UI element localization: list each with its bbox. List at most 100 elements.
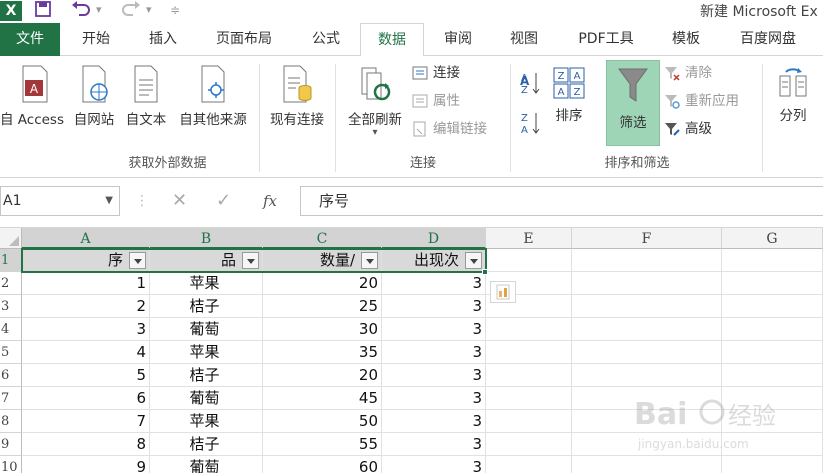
row-header-6[interactable]: 6 — [0, 364, 22, 387]
row-header-4[interactable]: 4 — [0, 318, 22, 341]
formula-input[interactable]: 序号 — [300, 186, 823, 216]
empty-cell[interactable] — [572, 272, 722, 295]
filter-dropdown-icon[interactable] — [129, 252, 146, 269]
worksheet-grid[interactable]: A B C D E F G 1 2 3 4 5 6 7 8 9 10 序品数量/出现次 1 苹果 20 3 2 桔子 25 3 3 葡… — [0, 228, 823, 473]
column-header-e[interactable]: E — [486, 228, 572, 249]
empty-cell[interactable] — [486, 456, 572, 473]
empty-cell[interactable] — [486, 341, 572, 364]
table-cell[interactable]: 20 — [263, 364, 382, 387]
table-cell[interactable]: 1 — [22, 272, 150, 295]
row-header-5[interactable]: 5 — [0, 341, 22, 364]
redo-dropdown-icon[interactable]: ▾ — [146, 0, 152, 20]
filter-button[interactable]: 筛选 — [606, 60, 660, 146]
connections-button[interactable]: 连接 — [412, 62, 460, 84]
tab-baidu-netdisk[interactable]: 百度网盘 — [728, 23, 808, 56]
empty-cell[interactable] — [486, 249, 572, 272]
undo-icon[interactable] — [70, 0, 92, 23]
empty-cell[interactable] — [572, 364, 722, 387]
filter-dropdown-icon[interactable] — [242, 252, 259, 269]
row-header-3[interactable]: 3 — [0, 295, 22, 318]
table-cell[interactable]: 葡萄 — [150, 318, 263, 341]
from-text-button[interactable]: 自文本 — [120, 64, 172, 128]
table-cell[interactable]: 3 — [382, 433, 486, 456]
properties-button[interactable]: 属性 — [412, 90, 460, 112]
row-header-9[interactable]: 9 — [0, 433, 22, 456]
table-cell[interactable]: 3 — [382, 387, 486, 410]
refresh-all-button[interactable]: 全部刷新 ▾ — [342, 64, 408, 138]
table-cell[interactable]: 桔子 — [150, 295, 263, 318]
empty-cell[interactable] — [486, 364, 572, 387]
tab-home[interactable]: 开始 — [68, 23, 124, 56]
table-cell[interactable]: 7 — [22, 410, 150, 433]
table-cell[interactable]: 60 — [263, 456, 382, 473]
column-header-b[interactable]: B — [150, 228, 263, 249]
empty-cell[interactable] — [572, 456, 722, 473]
table-cell[interactable]: 3 — [22, 318, 150, 341]
column-header-a[interactable]: A — [22, 228, 150, 249]
sort-z-to-a-button[interactable]: ZA — [520, 110, 542, 136]
table-cell[interactable]: 6 — [22, 387, 150, 410]
select-all-corner[interactable] — [0, 228, 22, 249]
table-cell[interactable]: 3 — [382, 272, 486, 295]
table-cell[interactable]: 3 — [382, 318, 486, 341]
quick-analysis-icon[interactable] — [490, 281, 516, 303]
filter-dropdown-icon[interactable] — [361, 252, 378, 269]
undo-dropdown-icon[interactable]: ▾ — [96, 0, 102, 20]
table-cell[interactable]: 3 — [382, 295, 486, 318]
table-cell[interactable]: 9 — [22, 456, 150, 473]
row-header-7[interactable]: 7 — [0, 387, 22, 410]
empty-cell[interactable] — [486, 433, 572, 456]
table-cell[interactable]: 3 — [382, 410, 486, 433]
table-cell[interactable]: 葡萄 — [150, 387, 263, 410]
row-header-8[interactable]: 8 — [0, 410, 22, 433]
table-cell[interactable]: 45 — [263, 387, 382, 410]
table-cell[interactable]: 5 — [22, 364, 150, 387]
table-cell[interactable]: 35 — [263, 341, 382, 364]
table-cell[interactable]: 20 — [263, 272, 382, 295]
tab-formulas[interactable]: 公式 — [298, 23, 354, 56]
table-cell[interactable]: 桔子 — [150, 433, 263, 456]
empty-cell[interactable] — [572, 341, 722, 364]
edit-links-button[interactable]: 编辑链接 — [412, 118, 487, 140]
table-cell[interactable]: 葡萄 — [150, 456, 263, 473]
from-access-button[interactable]: A 自 Access — [0, 64, 66, 128]
table-cell[interactable]: 桔子 — [150, 364, 263, 387]
table-cell[interactable]: 50 — [263, 410, 382, 433]
tab-data[interactable]: 数据 — [360, 23, 424, 57]
table-cell[interactable]: 3 — [382, 341, 486, 364]
table-cell[interactable]: 苹果 — [150, 272, 263, 295]
table-cell[interactable]: 30 — [263, 318, 382, 341]
column-header-d[interactable]: D — [382, 228, 486, 249]
table-cell[interactable]: 55 — [263, 433, 382, 456]
empty-cell[interactable] — [722, 272, 823, 295]
sort-button[interactable]: ZAAZ 排序 — [548, 66, 590, 124]
name-box-dropdown-icon[interactable]: ▼ — [105, 187, 113, 215]
tab-insert[interactable]: 插入 — [136, 23, 190, 56]
empty-cell[interactable] — [722, 249, 823, 272]
empty-cell[interactable] — [486, 318, 572, 341]
empty-cell[interactable] — [722, 318, 823, 341]
empty-cell[interactable] — [722, 341, 823, 364]
empty-cell[interactable] — [486, 410, 572, 433]
tab-review[interactable]: 审阅 — [430, 23, 486, 56]
sort-a-to-z-button[interactable]: AZ — [520, 70, 542, 96]
empty-cell[interactable] — [486, 387, 572, 410]
table-cell[interactable]: 苹果 — [150, 410, 263, 433]
from-web-button[interactable]: 自网站 — [68, 64, 120, 128]
empty-cell[interactable] — [572, 249, 722, 272]
save-icon[interactable] — [34, 0, 52, 23]
column-header-f[interactable]: F — [572, 228, 722, 249]
redo-icon[interactable] — [120, 0, 142, 23]
cancel-icon[interactable]: ✕ — [172, 186, 187, 216]
row-header-1[interactable]: 1 — [0, 249, 22, 272]
tab-view[interactable]: 视图 — [496, 23, 552, 56]
table-cell[interactable]: 2 — [22, 295, 150, 318]
clear-filter-button[interactable]: 清除 — [664, 62, 712, 84]
table-cell[interactable]: 3 — [382, 364, 486, 387]
reapply-button[interactable]: 重新应用 — [664, 90, 739, 112]
tab-pdf-tools[interactable]: PDF工具 — [566, 23, 646, 56]
table-cell[interactable]: 4 — [22, 341, 150, 364]
empty-cell[interactable] — [722, 364, 823, 387]
customize-toolbar-icon[interactable]: ≑ — [170, 0, 180, 20]
fill-handle[interactable] — [482, 269, 488, 275]
